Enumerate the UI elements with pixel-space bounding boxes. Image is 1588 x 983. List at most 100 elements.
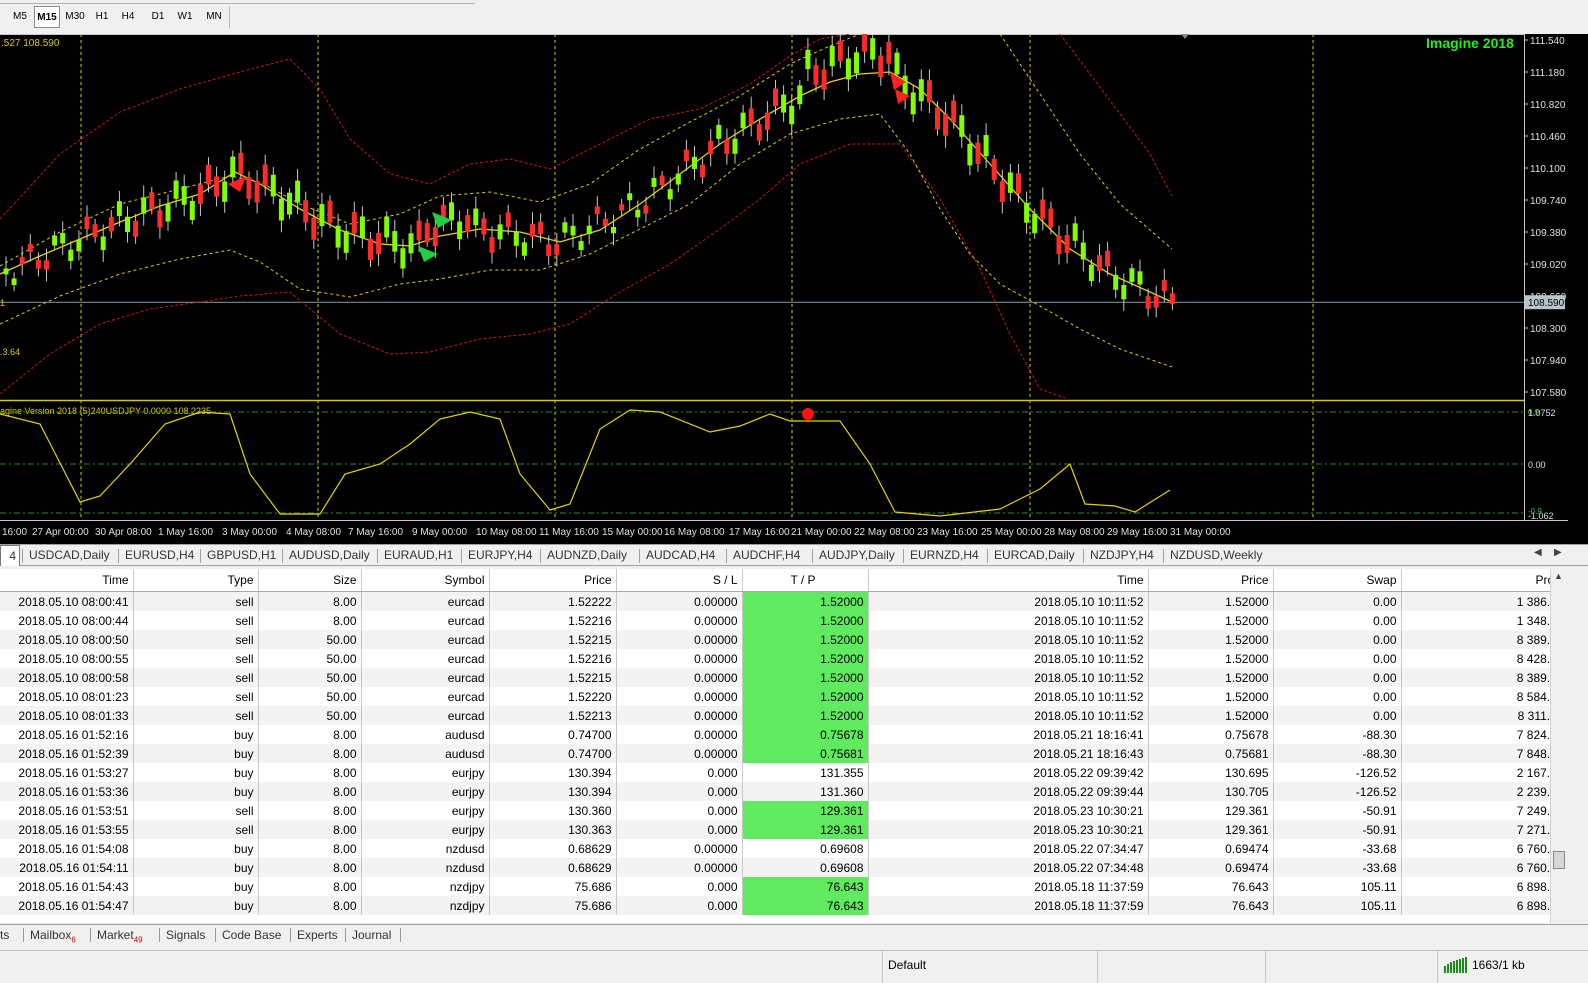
column-header-close-price[interactable]: Price — [1148, 569, 1274, 592]
chart-tab-eurusd-h4[interactable]: EURUSD,H4 — [125, 547, 194, 564]
bull-candle — [165, 203, 171, 222]
chart-tab-eurjpy-h4[interactable]: EURJPY,H4 — [468, 547, 532, 564]
timeframe-button-d1[interactable]: D1 — [145, 6, 171, 28]
column-header-swap[interactable]: Swap — [1273, 569, 1402, 592]
chart-tab-audjpy-daily[interactable]: AUDJPY,Daily — [819, 547, 895, 564]
timeframe-button-m30[interactable]: M30 — [61, 6, 89, 28]
table-row[interactable]: 2018.05.16 01:53:55 sell 8.00 eurjpy 130.363… — [0, 820, 1568, 839]
cell-profit: 6 898.85 — [1401, 896, 1568, 915]
column-header-stop-loss[interactable]: S / L — [616, 569, 743, 592]
bull-candle — [457, 221, 463, 240]
bull-candle — [1113, 274, 1119, 290]
cell-type: buy — [133, 725, 259, 744]
column-header-take-profit[interactable]: T / P — [742, 569, 869, 592]
cell-open-time: 2018.05.16 01:54:47 — [0, 896, 134, 915]
bull-candle — [692, 156, 697, 170]
left-edge-label: 1 — [0, 298, 5, 308]
cell-type: buy — [133, 782, 259, 801]
table-row[interactable]: 2018.05.16 01:52:39 buy 8.00 audusd 0.74700 0… — [0, 744, 1568, 763]
trades-table: Time Type Size Symbol Price S / LT / P Time Pri… — [0, 569, 1568, 915]
cell-close-time: 2018.05.10 10:11:52 — [868, 649, 1149, 668]
chart-tab-eurcad-daily[interactable]: EURCAD,Daily — [994, 547, 1075, 564]
bull-candle — [586, 225, 592, 235]
chart-tab-nzdjpy-h4[interactable]: NZDJPY,H4 — [1090, 547, 1154, 564]
chart-tab-audcad-h4[interactable]: AUDCAD,H4 — [646, 547, 715, 564]
chart-tab-audnzd-daily[interactable]: AUDNZD,Daily — [547, 547, 627, 564]
timeframe-button-h1[interactable]: H1 — [91, 6, 113, 28]
table-row[interactable]: 2018.05.16 01:53:36 buy 8.00 eurjpy 130.394 0… — [0, 782, 1568, 801]
cell-swap: -88.30 — [1273, 725, 1402, 744]
column-header-open-time[interactable]: Time — [0, 569, 134, 592]
table-row[interactable]: 2018.05.10 08:00:41 sell 8.00 eurcad 1.52222… — [0, 591, 1568, 611]
cell-size: 8.00 — [258, 591, 362, 611]
bear-candle — [813, 65, 819, 85]
terminal-tab-experts[interactable]: Experts — [297, 926, 338, 944]
table-row[interactable]: 2018.05.16 01:52:16 buy 8.00 audusd 0.74700 0… — [0, 725, 1568, 744]
timeframe-button-m5[interactable]: M5 — [8, 6, 32, 28]
chart-tab-4[interactable]: 4 — [0, 545, 20, 566]
chart-tab-nzdusd-weekly[interactable]: NZDUSD,Weekly — [1170, 547, 1262, 564]
terminal-tab-mailbox[interactable]: Mailbox6 — [30, 926, 76, 944]
chart-tab-euraud-h1[interactable]: EURAUD,H1 — [384, 547, 453, 564]
bear-candle — [837, 40, 843, 62]
price-chart[interactable]: 111.540 111.180 110.820 110.460 110.100 109.7… — [0, 34, 1588, 544]
bull-candle — [1072, 223, 1078, 241]
table-row[interactable]: 2018.05.10 08:00:50 sell 50.00 eurcad 1.5221… — [0, 630, 1568, 649]
timeframe-button-m15[interactable]: M15 — [34, 6, 60, 28]
bear-candle — [1016, 173, 1021, 194]
bull-candle — [740, 112, 746, 129]
chart-tab-eurnzd-h4[interactable]: EURNZD,H4 — [910, 547, 979, 564]
terminal-tab-code-base[interactable]: Code Base — [222, 926, 281, 944]
chart-tab-audchf-h4[interactable]: AUDCHF,H4 — [733, 547, 800, 564]
table-row[interactable]: 2018.05.16 01:54:47 buy 8.00 nzdjpy 75.686 0.… — [0, 896, 1568, 915]
column-header-profit[interactable]: Profit — [1401, 569, 1568, 592]
timeframe-button-h4[interactable]: H4 — [116, 6, 140, 28]
table-row[interactable]: 2018.05.10 08:01:33 sell 50.00 eurcad 1.5221… — [0, 706, 1568, 725]
cell-stop-loss: 0.000 — [616, 877, 743, 896]
bear-candle — [748, 108, 754, 125]
cell-stop-loss: 0.00000 — [616, 591, 743, 611]
timeframe-button-mn[interactable]: MN — [200, 6, 228, 28]
scroll-thumb[interactable] — [1553, 851, 1565, 869]
column-header-symbol[interactable]: Symbol — [361, 569, 490, 592]
terminal-tab-journal[interactable]: Journal — [352, 926, 391, 944]
terminal-tab-market[interactable]: Market49 — [97, 926, 143, 944]
cell-symbol: eurcad — [361, 630, 490, 649]
timeframe-button-w1[interactable]: W1 — [173, 6, 197, 28]
table-row[interactable]: 2018.05.16 01:53:27 buy 8.00 eurjpy 130.394 0… — [0, 763, 1568, 782]
table-row[interactable]: 2018.05.16 01:54:11 buy 8.00 nzdusd 0.68629 0… — [0, 858, 1568, 877]
tabs-scroll-right-icon[interactable]: ▶ — [1554, 547, 1562, 558]
scroll-up-arrow-icon[interactable]: ▲ — [1554, 571, 1563, 581]
table-row[interactable]: 2018.05.16 01:54:43 buy 8.00 nzdjpy 75.686 0.… — [0, 877, 1568, 896]
table-row[interactable]: 2018.05.10 08:00:58 sell 50.00 eurcad 1.5221… — [0, 668, 1568, 687]
table-row[interactable]: 2018.05.10 08:01:23 sell 50.00 eurcad 1.5222… — [0, 687, 1568, 706]
bear-candle — [659, 175, 665, 186]
terminal-tab-signals[interactable]: Signals — [166, 926, 205, 944]
cell-open-price: 130.360 — [489, 801, 617, 820]
column-header-type[interactable]: Type — [133, 569, 259, 592]
table-row[interactable]: 2018.05.10 08:00:55 sell 50.00 eurcad 1.5221… — [0, 649, 1568, 668]
chart-tab-usdcad-daily[interactable]: USDCAD,Daily — [29, 547, 110, 564]
cell-symbol: nzdusd — [361, 858, 490, 877]
column-header-close-time[interactable]: Time — [868, 569, 1149, 592]
table-row[interactable]: 2018.05.10 08:00:44 sell 8.00 eurcad 1.52216… — [0, 611, 1568, 630]
bear-candle — [700, 164, 706, 178]
cell-size: 50.00 — [258, 649, 362, 668]
cell-type: sell — [133, 649, 259, 668]
column-header-size[interactable]: Size — [258, 569, 362, 592]
history-vertical-scrollbar[interactable]: ▲ — [1550, 569, 1568, 923]
bear-candle — [465, 214, 471, 233]
column-header-open-price[interactable]: Price — [489, 569, 617, 592]
tabs-scroll-left-icon[interactable]: ◀ — [1534, 547, 1542, 558]
table-row[interactable]: 2018.05.16 01:54:08 buy 8.00 nzdusd 0.68629 0… — [0, 839, 1568, 858]
chart-tab-audusd-daily[interactable]: AUDUSD,Daily — [289, 547, 370, 564]
profile-name[interactable]: Default — [888, 953, 926, 977]
cell-size: 8.00 — [258, 801, 362, 820]
terminal-tab-ts[interactable]: ts — [0, 926, 9, 944]
terminal-tab-label: Code Base — [222, 928, 282, 942]
tab-separator — [90, 928, 91, 942]
cell-open-price: 1.52215 — [489, 630, 617, 649]
chart-tab-gbpusd-h1[interactable]: GBPUSD,H1 — [207, 547, 276, 564]
time-tick-label: 15 May 00:00 — [602, 527, 663, 538]
table-row[interactable]: 2018.05.16 01:53:51 sell 8.00 eurjpy 130.360… — [0, 801, 1568, 820]
